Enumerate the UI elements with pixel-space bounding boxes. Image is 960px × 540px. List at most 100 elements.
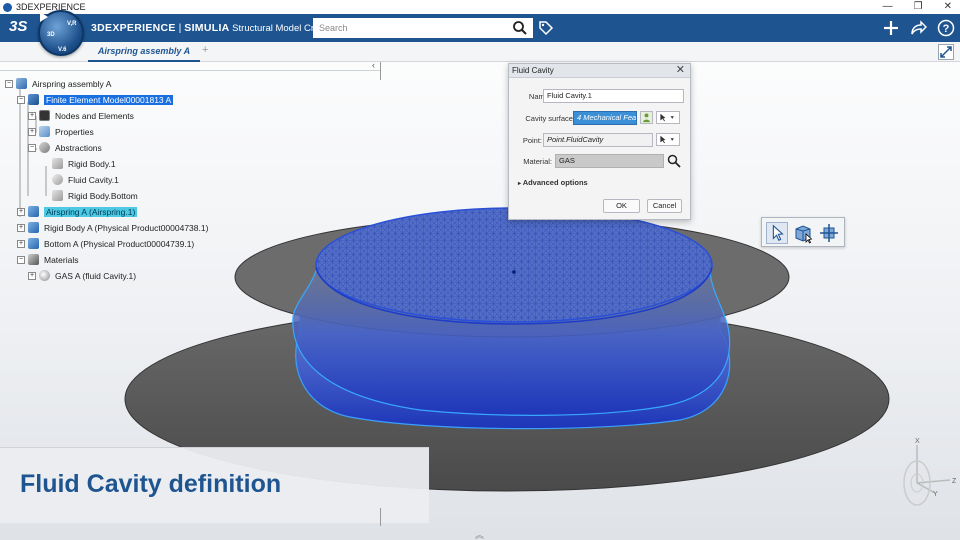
tree-node[interactable]: + Bottom A (Physical Product00004739.1) [17,236,194,251]
tree-node[interactable]: − Abstractions [28,140,102,155]
tree-node[interactable]: + GAS A (fluid Cavity.1) [28,268,136,283]
fit-all-icon[interactable] [938,44,954,60]
cancel-button[interactable]: Cancel [647,199,682,213]
dialog-close-icon[interactable]: ✕ [676,64,685,77]
axis-x-label: X [915,438,920,445]
expand-icon[interactable]: + [28,271,36,280]
tree-node[interactable]: + Nodes and Elements [28,108,134,123]
fluid-cavity-dialog: Fluid Cavity ✕ Name: Fluid Cavity.1 Cavi… [508,63,691,220]
compass-widget[interactable]: 3D V,R V.6 [38,10,84,56]
tree-node-label: Rigid Body.Bottom [68,190,138,201]
material-field[interactable]: GAS [555,154,664,168]
fluid-cavity-icon [52,174,63,185]
compass-vr-label: V,R [67,21,77,27]
select-cursor-icon[interactable] [766,222,788,244]
tree-node-label: Abstractions [55,142,102,153]
tree-node-label: Airspring A (Airspring.1) [44,206,138,217]
tree-node-label: Rigid Body.1 [68,158,116,169]
orientation-compass[interactable]: X Z Y [895,433,960,533]
compass-version-label: V.6 [58,47,67,53]
select-body-icon[interactable] [792,222,814,244]
ok-button[interactable]: OK [603,199,640,213]
caption-title: Fluid Cavity definition [20,470,282,498]
tree-node[interactable]: Rigid Body.Bottom [52,188,138,203]
tree-node[interactable]: + Properties [28,124,94,139]
minimize-button[interactable]: — [883,0,893,14]
cavity-top-mesh [315,207,713,323]
tree-divider [380,62,381,80]
select-nodes-icon[interactable] [818,222,840,244]
tree-node-label: Rigid Body A (Physical Product00004738.1… [44,222,209,233]
expand-icon[interactable]: + [17,207,25,216]
name-field[interactable]: Fluid Cavity.1 [543,89,684,103]
expand-icon[interactable]: + [17,239,25,248]
point-label: Point: [522,136,542,145]
cavity-surface-field[interactable]: 4 Mechanical Feat [573,111,637,125]
expand-icon[interactable]: + [17,223,25,232]
tab-airspring-assembly[interactable]: Airspring assembly A [88,42,200,62]
dassault-logo: 3S [9,18,28,35]
nodes-icon [39,110,50,121]
tag-icon[interactable] [538,20,554,36]
app-header: 3S 3DEXPERIENCE | SIMULIA Structural Mod… [0,14,960,42]
advanced-options-toggle[interactable]: ▸ Advanced options [518,178,588,187]
tree-node[interactable]: Rigid Body.1 [52,156,116,171]
app-icon [3,2,12,12]
abstractions-icon [39,142,50,153]
tree-node[interactable]: − Materials [17,252,78,267]
share-icon[interactable] [909,19,927,37]
select-mode-dropdown[interactable] [656,111,680,124]
tree-node[interactable]: + Rigid Body A (Physical Product00004738… [17,220,208,235]
tree-node-label: Finite Element Model00001813 A [44,94,174,105]
selection-toolbar [761,217,845,247]
expand-icon[interactable]: − [17,255,25,264]
material-search-icon[interactable] [667,154,681,168]
maximize-button[interactable]: ❐ [914,0,923,14]
brand-title: 3DEXPERIENCE | SIMULIA Structural Model … [91,22,340,34]
tree-node-label: Nodes and Elements [55,110,134,121]
expand-icon[interactable]: − [28,143,36,152]
cavity-surface-label: Cavity surface: [525,114,575,123]
window-controls: — ❐ ✕ [883,0,952,14]
brand-name: 3DEXPERIENCE [91,22,176,34]
material-label: Material: [523,157,552,166]
dialog-title: Fluid Cavity [512,66,554,75]
play-icon[interactable] [40,12,48,22]
caption-banner: Fluid Cavity definition [0,447,429,523]
expand-icon[interactable]: + [28,111,36,120]
materials-icon [28,254,39,265]
cavity-surface-row: Cavity surface: 4 Mechanical Feat [509,110,692,126]
expand-icon[interactable]: − [17,95,25,104]
fluid-cavity-point [512,270,516,274]
tree-node[interactable]: − Airspring assembly A [5,76,111,91]
person-icon[interactable] [640,111,653,124]
os-title-bar: 3DEXPERIENCE — ❐ ✕ [0,0,960,14]
svg-text:?: ? [943,23,950,35]
help-icon[interactable]: ? [937,19,955,37]
tree-node[interactable]: Fluid Cavity.1 [52,172,119,187]
tree-node-label: GAS A (fluid Cavity.1) [55,270,137,281]
point-select-dropdown[interactable] [656,133,680,146]
plus-icon[interactable] [882,19,900,37]
tree-node[interactable]: − Finite Element Model00001813 A [17,92,174,107]
fem-icon [28,94,39,105]
search-icon[interactable] [512,20,528,36]
expand-icon[interactable]: + [28,127,36,136]
collapse-tree-chevron-icon[interactable]: ‹ [372,60,375,70]
tree-node[interactable]: + Airspring A (Airspring.1) [17,204,138,219]
point-field[interactable]: Point.FluidCavity [543,133,653,147]
viewport-divider [380,508,381,526]
dialog-titlebar[interactable]: Fluid Cavity ✕ [509,64,690,78]
close-window-button[interactable]: ✕ [944,0,952,14]
axis-z-label: Z [952,478,957,485]
expand-icon[interactable]: − [5,79,13,88]
os-window-title: 3DEXPERIENCE [16,2,86,12]
search-input[interactable] [313,18,533,38]
tree-node-label: Properties [55,126,94,137]
add-tab-button[interactable]: + [202,44,208,56]
tree-node-label: Materials [44,254,79,265]
properties-icon [39,126,50,137]
tab-bar: Airspring assembly A + [0,42,960,62]
gas-material-icon [39,270,50,281]
expand-up-chevron-icon[interactable]: ︽ [475,528,484,540]
